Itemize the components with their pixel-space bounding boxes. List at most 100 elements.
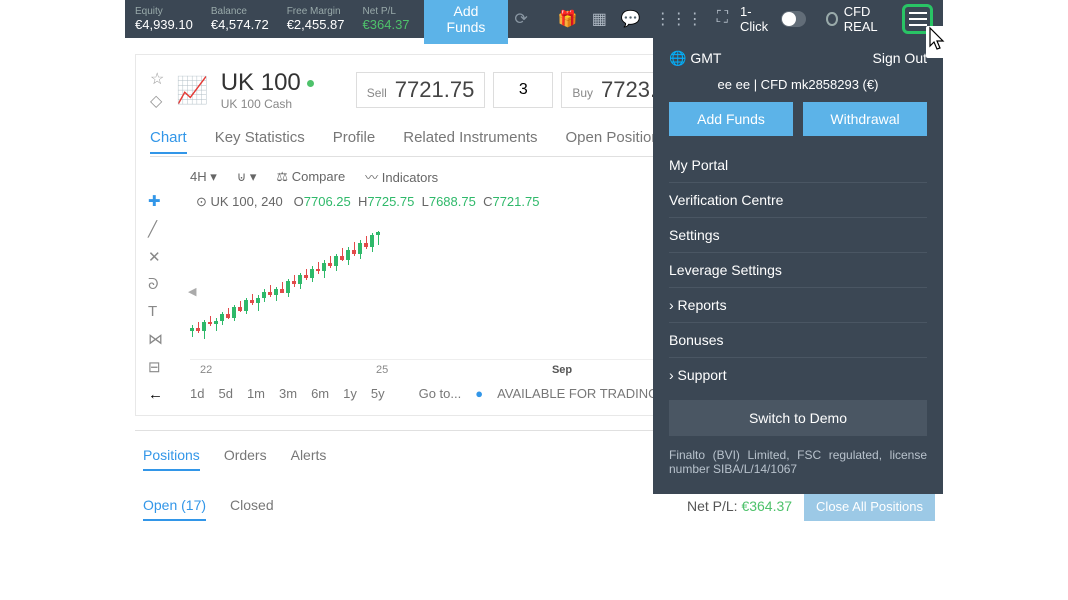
menu-item-myportal[interactable]: My Portal	[669, 148, 927, 182]
candle	[376, 229, 380, 339]
bookmark-icon[interactable]: ◇	[150, 91, 164, 111]
candle	[214, 229, 218, 339]
balance-value: €4,574.72	[211, 17, 269, 32]
candle	[316, 229, 320, 339]
candle	[232, 229, 236, 339]
cursor-icon	[926, 26, 948, 58]
range-5d[interactable]: 5d	[218, 386, 232, 401]
menu-add-funds-button[interactable]: Add Funds	[669, 102, 793, 136]
message-icon[interactable]: 💬	[621, 9, 641, 29]
timeframe-select[interactable]: 4H ▾	[190, 169, 217, 185]
refresh-icon[interactable]: ⟳	[514, 9, 527, 29]
sell-price: 7721.75	[395, 77, 475, 103]
tab-alerts[interactable]: Alerts	[291, 441, 327, 471]
range-5y[interactable]: 5y	[371, 386, 385, 401]
favorite-icon[interactable]: ☆	[150, 69, 164, 89]
candle	[310, 229, 314, 339]
free-margin-label: Free Margin	[287, 6, 345, 17]
goto-date[interactable]: Go to...	[419, 386, 462, 401]
close-all-button[interactable]: Close All Positions	[804, 492, 935, 521]
gift-icon[interactable]: 🎁	[558, 9, 578, 29]
candle	[280, 229, 284, 339]
candle	[364, 229, 368, 339]
tab-open-positions[interactable]: Open Positions	[565, 129, 667, 154]
range-1m[interactable]: 1m	[247, 386, 265, 401]
menu-item-support[interactable]: › Support	[669, 357, 927, 392]
candle	[262, 229, 266, 339]
fork-tool-icon[interactable]: ✕	[148, 248, 163, 266]
equity-value: €4,939.10	[135, 17, 193, 32]
menu-item-reports[interactable]: › Reports	[669, 287, 927, 322]
sell-button[interactable]: Sell 7721.75	[356, 72, 486, 108]
candle	[274, 229, 278, 339]
pattern-tool-icon[interactable]: ⋈	[148, 330, 163, 348]
menu-item-leverage[interactable]: Leverage Settings	[669, 252, 927, 287]
range-1y[interactable]: 1y	[343, 386, 357, 401]
candle	[328, 229, 332, 339]
timezone-label[interactable]: 🌐 GMT	[669, 50, 721, 67]
menu-footer-text: Finalto (BVI) Limited, FSC regulated, li…	[669, 448, 927, 476]
candle	[238, 229, 242, 339]
fullscreen-icon[interactable]: ⛶	[717, 9, 728, 29]
trend-icon: 📈	[176, 75, 208, 106]
instrument-subtitle: UK 100 Cash	[221, 97, 314, 111]
oneclick-label: 1-Click	[740, 4, 773, 34]
subtab-closed[interactable]: Closed	[230, 491, 274, 521]
tab-orders[interactable]: Orders	[224, 441, 267, 471]
range-6m[interactable]: 6m	[311, 386, 329, 401]
candle	[358, 229, 362, 339]
layout-icon[interactable]: ▦	[592, 9, 607, 29]
menu-withdrawal-button[interactable]: Withdrawal	[803, 102, 927, 136]
candle	[322, 229, 326, 339]
candle	[346, 229, 350, 339]
tab-positions[interactable]: Positions	[143, 441, 200, 471]
netpl-footer-value: €364.37	[741, 498, 792, 514]
netpl-label: Net P/L	[363, 6, 410, 17]
text-tool-icon[interactable]: T	[148, 303, 163, 320]
candle	[286, 229, 290, 339]
balance-label: Balance	[211, 6, 269, 17]
instrument-name: UK 100	[221, 69, 301, 97]
line-tool-icon[interactable]: ╱	[148, 220, 163, 238]
indicators-button[interactable]: 〰 Indicators	[365, 167, 438, 186]
menu-item-verification[interactable]: Verification Centre	[669, 182, 927, 217]
candle-style-select[interactable]: ⊍ ▾	[237, 169, 257, 185]
candle	[298, 229, 302, 339]
tab-key-statistics[interactable]: Key Statistics	[215, 129, 305, 154]
drawing-tools: ✚ ╱ ✕ ᘐ T ⋈ ⊟ ←	[148, 192, 163, 403]
switch-to-demo-button[interactable]: Switch to Demo	[669, 400, 927, 436]
candle	[268, 229, 272, 339]
candle	[292, 229, 296, 339]
menu-item-settings[interactable]: Settings	[669, 217, 927, 252]
tab-profile[interactable]: Profile	[333, 129, 376, 154]
cross-tool-icon[interactable]: ✚	[148, 192, 163, 210]
measure-tool-icon[interactable]: ⊟	[148, 358, 163, 376]
back-arrow-icon[interactable]: ←	[148, 386, 163, 403]
range-1d[interactable]: 1d	[190, 386, 204, 401]
tab-related[interactable]: Related Instruments	[403, 129, 537, 154]
brush-tool-icon[interactable]: ᘐ	[148, 276, 163, 293]
candle	[190, 229, 194, 339]
compare-button[interactable]: ⚖ Compare	[276, 169, 345, 185]
user-info: ee ee | CFD mk2858293 (€)	[669, 77, 927, 92]
candle	[208, 229, 212, 339]
add-funds-button[interactable]: Add Funds	[424, 0, 509, 44]
sign-out-link[interactable]: Sign Out	[873, 50, 927, 67]
quantity-input[interactable]: 3	[493, 72, 553, 108]
tab-chart[interactable]: Chart	[150, 129, 187, 154]
candle	[196, 229, 200, 339]
candle	[202, 229, 206, 339]
oneclick-toggle[interactable]	[781, 11, 806, 27]
candle	[250, 229, 254, 339]
candle	[370, 229, 374, 339]
candle	[334, 229, 338, 339]
subtab-open[interactable]: Open (17)	[143, 491, 206, 521]
top-bar: Equity €4,939.10 Balance €4,574.72 Free …	[125, 0, 943, 38]
range-3m[interactable]: 3m	[279, 386, 297, 401]
grid-icon[interactable]: ⋮⋮⋮	[655, 9, 703, 29]
netpl-footer-label: Net P/L:	[687, 498, 738, 514]
candle	[226, 229, 230, 339]
candle	[220, 229, 224, 339]
candle	[304, 229, 308, 339]
menu-item-bonuses[interactable]: Bonuses	[669, 322, 927, 357]
